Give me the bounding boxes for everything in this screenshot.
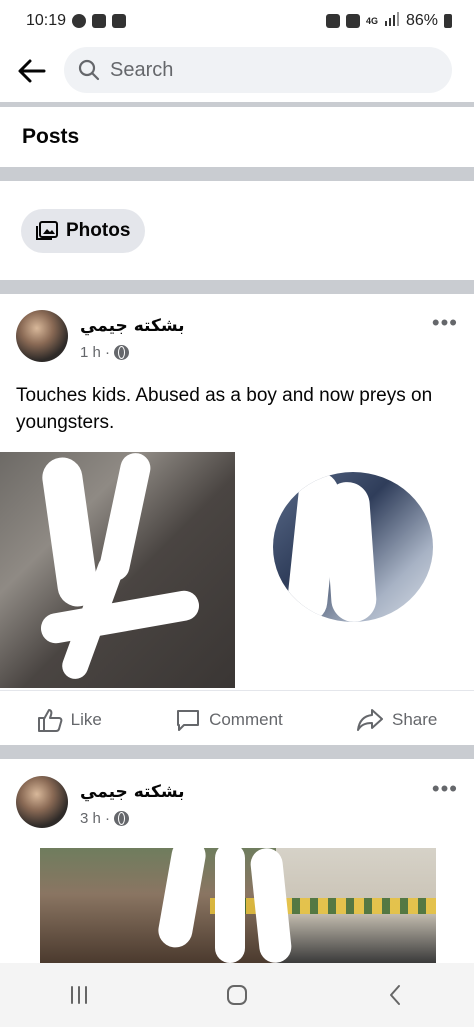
battery-icon (444, 14, 452, 28)
search-header (0, 44, 474, 98)
post-photo[interactable] (0, 452, 235, 688)
post-photo[interactable] (238, 452, 474, 688)
redaction-mark (155, 848, 209, 951)
share-button[interactable]: Share (356, 708, 437, 732)
section-title: Posts (22, 125, 80, 148)
profile-photo-thumbnail (273, 472, 433, 622)
like-button[interactable]: Like (37, 708, 102, 732)
recent-apps-button[interactable] (49, 973, 109, 1017)
messenger-icon (72, 14, 87, 28)
more-options-button[interactable]: ••• (432, 778, 458, 800)
post-time: 3 h · (80, 810, 111, 827)
post-author[interactable]: بشكته جيمي (80, 316, 185, 336)
post-header: بشكته جيمي 1 h · ••• (0, 310, 474, 376)
alarm-icon (325, 14, 340, 28)
divider (0, 690, 474, 691)
notification-icon (112, 14, 127, 28)
post-media (0, 452, 474, 688)
signal-icon (384, 11, 400, 31)
comment-button[interactable]: Comment (175, 708, 283, 732)
chevron-left-icon (390, 985, 400, 1005)
back-nav-button[interactable] (365, 973, 425, 1017)
home-button[interactable] (207, 973, 267, 1017)
battery-percent: 86% (405, 12, 438, 29)
share-label: Share (392, 710, 438, 729)
checkbox-icon (92, 14, 107, 28)
photos-icon (36, 221, 58, 240)
more-options-button[interactable]: ••• (432, 312, 458, 334)
globe-icon (114, 345, 130, 360)
redaction-mark (215, 848, 245, 963)
divider (0, 102, 474, 107)
status-bar: 10:19 4G 86% (0, 0, 474, 42)
home-icon (227, 985, 247, 1005)
comment-icon (177, 710, 200, 731)
post-time: 1 h · (80, 344, 111, 361)
post-photo[interactable] (40, 848, 436, 963)
post-meta: 1 h · (80, 344, 130, 361)
post-actions: Like Comment Share (0, 698, 474, 742)
divider (0, 280, 474, 294)
back-button[interactable] (12, 51, 52, 91)
search-icon (78, 59, 100, 81)
globe-icon (114, 811, 130, 826)
back-arrow-icon (18, 59, 46, 83)
search-bar[interactable] (64, 47, 452, 93)
post-author[interactable]: بشكته جيمي (80, 782, 185, 802)
divider (0, 745, 474, 759)
share-icon (357, 709, 383, 731)
status-left: 10:19 (26, 12, 127, 30)
redaction-mark (323, 480, 378, 622)
system-nav-bar (0, 963, 474, 1027)
divider (0, 167, 474, 181)
clock: 10:19 (26, 12, 67, 29)
avatar[interactable] (16, 310, 68, 362)
post-header: بشكته جيمي 3 h · ••• (0, 776, 474, 842)
network-type: 4G (365, 15, 378, 26)
post-text: Touches kids. Abused as a boy and now pr… (16, 385, 433, 433)
recent-apps-icon (71, 986, 87, 1004)
status-right: 4G 86% (325, 11, 452, 31)
comment-label: Comment (209, 710, 283, 729)
like-label: Like (70, 710, 102, 729)
chip-label: Photos (66, 220, 131, 241)
search-input[interactable] (110, 58, 430, 82)
mute-icon (345, 14, 360, 28)
thumbs-up-icon (37, 709, 63, 732)
photos-filter-chip[interactable]: Photos (21, 209, 145, 253)
avatar[interactable] (16, 776, 68, 828)
post-meta: 3 h · (80, 810, 130, 827)
